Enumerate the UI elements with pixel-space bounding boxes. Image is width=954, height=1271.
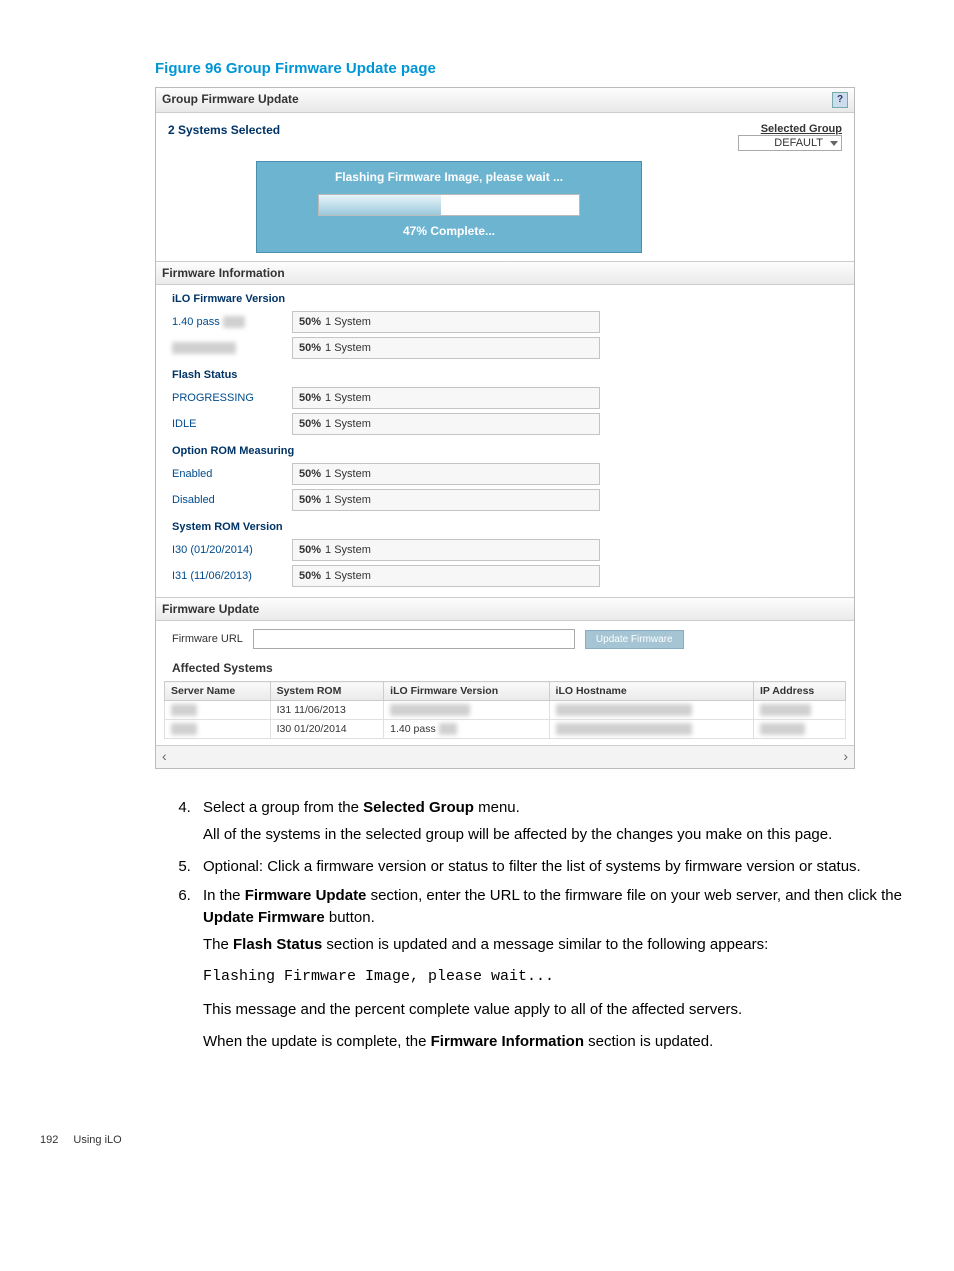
ilo-row-2: xxxxxxx xxxx 50% 1 System <box>156 335 854 361</box>
sysrom-row-2-label[interactable]: I31 (11/06/2013) <box>172 566 292 586</box>
col-system-rom[interactable]: System ROM <box>270 682 384 701</box>
progress-bar <box>318 194 580 216</box>
update-firmware-button[interactable]: Update Firmware <box>585 630 684 649</box>
sysrom-row-1-label[interactable]: I30 (01/20/2014) <box>172 540 292 560</box>
flash-row-1-bar: 50% 1 System <box>292 387 600 409</box>
firmware-update-title: Firmware Update <box>156 597 854 621</box>
col-ip[interactable]: IP Address <box>753 682 845 701</box>
option-rom-heading: Option ROM Measuring <box>156 437 854 461</box>
option-row-1-bar: 50% 1 System <box>292 463 600 485</box>
page-footer: 192 Using iLO <box>40 1134 914 1146</box>
sysrom-row-1-bar: 50% 1 System <box>292 539 600 561</box>
progress-fill <box>319 195 441 215</box>
systems-selected: 2 Systems Selected <box>168 123 280 151</box>
horizontal-scrollbar[interactable]: ‹ › <box>156 745 854 768</box>
sysrom-row-2-bar: 50% 1 System <box>292 565 600 587</box>
option-row-1: Enabled 50% 1 System <box>156 461 854 487</box>
panel-title: Group Firmware Update <box>162 92 299 108</box>
scroll-right-icon[interactable]: › <box>843 748 848 764</box>
flashing-message: Flashing Firmware Image, please wait ... <box>269 170 629 184</box>
option-row-1-label[interactable]: Enabled <box>172 464 292 484</box>
page-number: 192 <box>40 1134 58 1146</box>
option-row-2: Disabled 50% 1 System <box>156 487 854 513</box>
flash-row-2: IDLE 50% 1 System <box>156 411 854 437</box>
flash-row-1: PROGRESSING 50% 1 System <box>156 385 854 411</box>
col-ilo-host[interactable]: iLO Hostname <box>549 682 753 701</box>
ilo-row-2-bar: 50% 1 System <box>292 337 600 359</box>
selected-group-label: Selected Group <box>738 123 842 135</box>
panel-header: Group Firmware Update ? <box>156 88 854 113</box>
affected-systems-title: Affected Systems <box>156 657 854 681</box>
scroll-left-icon[interactable]: ‹ <box>162 748 167 764</box>
step-4: Select a group from the Selected Group m… <box>195 797 914 846</box>
progress-text: 47% Complete... <box>269 224 629 238</box>
flashing-status-box: Flashing Firmware Image, please wait ...… <box>256 161 642 253</box>
option-row-2-label[interactable]: Disabled <box>172 490 292 510</box>
system-rom-heading: System ROM Version <box>156 513 854 537</box>
ilo-row-1: 1.40 pass xxxx 50% 1 System <box>156 309 854 335</box>
firmware-url-input[interactable] <box>253 629 575 649</box>
table-row: xxxxx I30 01/20/2014 1.40 pass xx x xxxx… <box>165 720 846 739</box>
instruction-steps: Select a group from the Selected Group m… <box>40 797 914 1054</box>
ilo-row-1-bar: 50% 1 System <box>292 311 600 333</box>
screenshot-panel: Group Firmware Update ? 2 Systems Select… <box>155 87 855 769</box>
affected-systems-table: Server Name System ROM iLO Firmware Vers… <box>164 681 846 739</box>
firmware-url-label: Firmware URL <box>172 633 243 645</box>
flash-row-2-bar: 50% 1 System <box>292 413 600 435</box>
step-5: Optional: Click a firmware version or st… <box>195 856 914 879</box>
step-6: In the Firmware Update section, enter th… <box>195 885 914 1054</box>
help-icon[interactable]: ? <box>832 92 848 108</box>
ilo-row-1-label[interactable]: 1.40 pass xxxx <box>172 312 292 332</box>
col-server-name[interactable]: Server Name <box>165 682 271 701</box>
col-ilo-fw[interactable]: iLO Firmware Version <box>384 682 549 701</box>
flash-row-1-label[interactable]: PROGRESSING <box>172 388 292 408</box>
table-row: xxxxx I31 11/06/2013 xxxxxxxx xx xxxx xx… <box>165 701 846 720</box>
figure-title: Figure 96 Group Firmware Update page <box>155 60 914 77</box>
flash-row-2-label[interactable]: IDLE <box>172 414 292 434</box>
option-row-2-bar: 50% 1 System <box>292 489 600 511</box>
sysrom-row-1: I30 (01/20/2014) 50% 1 System <box>156 537 854 563</box>
ilo-row-2-label[interactable]: xxxxxxx xxxx <box>172 338 292 358</box>
flash-status-heading: Flash Status <box>156 361 854 385</box>
code-sample: Flashing Firmware Image, please wait... <box>203 966 914 989</box>
firmware-info-title: Firmware Information <box>156 261 854 285</box>
selected-group-dropdown[interactable]: DEFAULT <box>738 135 842 151</box>
sysrom-row-2: I31 (11/06/2013) 50% 1 System <box>156 563 854 589</box>
footer-section: Using iLO <box>73 1134 121 1146</box>
ilo-fw-version-heading: iLO Firmware Version <box>156 285 854 309</box>
